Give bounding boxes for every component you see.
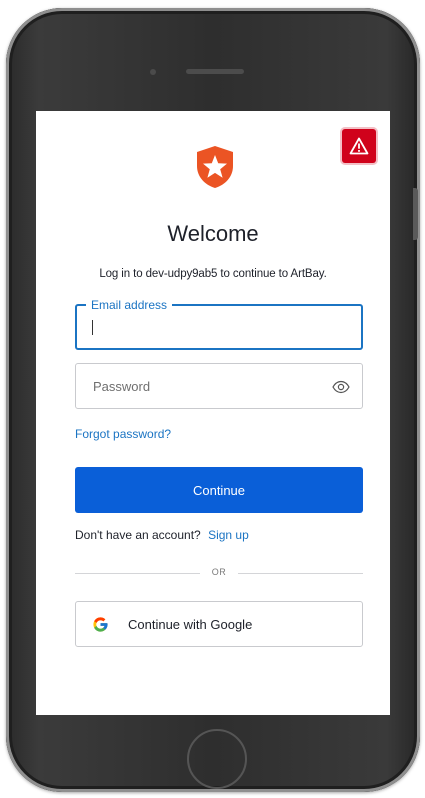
signup-prompt: Don't have an account? — [75, 528, 201, 542]
password-placeholder: Password — [93, 379, 151, 394]
divider-line-right — [238, 573, 363, 574]
continue-with-google-button[interactable]: Continue with Google — [75, 601, 363, 647]
google-button-label: Continue with Google — [128, 617, 253, 632]
signup-row: Don't have an account? Sign up — [75, 528, 249, 542]
eye-icon[interactable] — [332, 380, 350, 394]
side-button — [413, 188, 418, 240]
email-label: Email address — [86, 297, 173, 313]
auth0-logo — [193, 144, 237, 190]
signup-link[interactable]: Sign up — [208, 528, 249, 542]
text-cursor — [92, 320, 93, 335]
device-frame-stage: Welcome Log in to dev-udpy9ab5 to contin… — [0, 0, 425, 798]
phone-frame: Welcome Log in to dev-udpy9ab5 to contin… — [6, 8, 420, 792]
google-g-icon — [92, 616, 109, 633]
speaker-grille — [186, 69, 244, 74]
warning-triangle-icon[interactable] — [342, 129, 376, 163]
forgot-password-link[interactable]: Forgot password? — [75, 427, 171, 441]
home-button[interactable] — [187, 729, 247, 789]
or-divider: OR — [75, 567, 363, 577]
divider-text: OR — [211, 567, 227, 577]
page-title: Welcome — [167, 221, 259, 246]
login-subtitle: Log in to dev-udpy9ab5 to continue to Ar… — [99, 268, 327, 280]
continue-button[interactable]: Continue — [75, 467, 363, 513]
camera-dot — [150, 69, 156, 75]
password-field[interactable]: Password — [75, 363, 363, 409]
login-screen: Welcome Log in to dev-udpy9ab5 to contin… — [36, 111, 390, 715]
email-field[interactable]: Email address — [75, 297, 363, 350]
